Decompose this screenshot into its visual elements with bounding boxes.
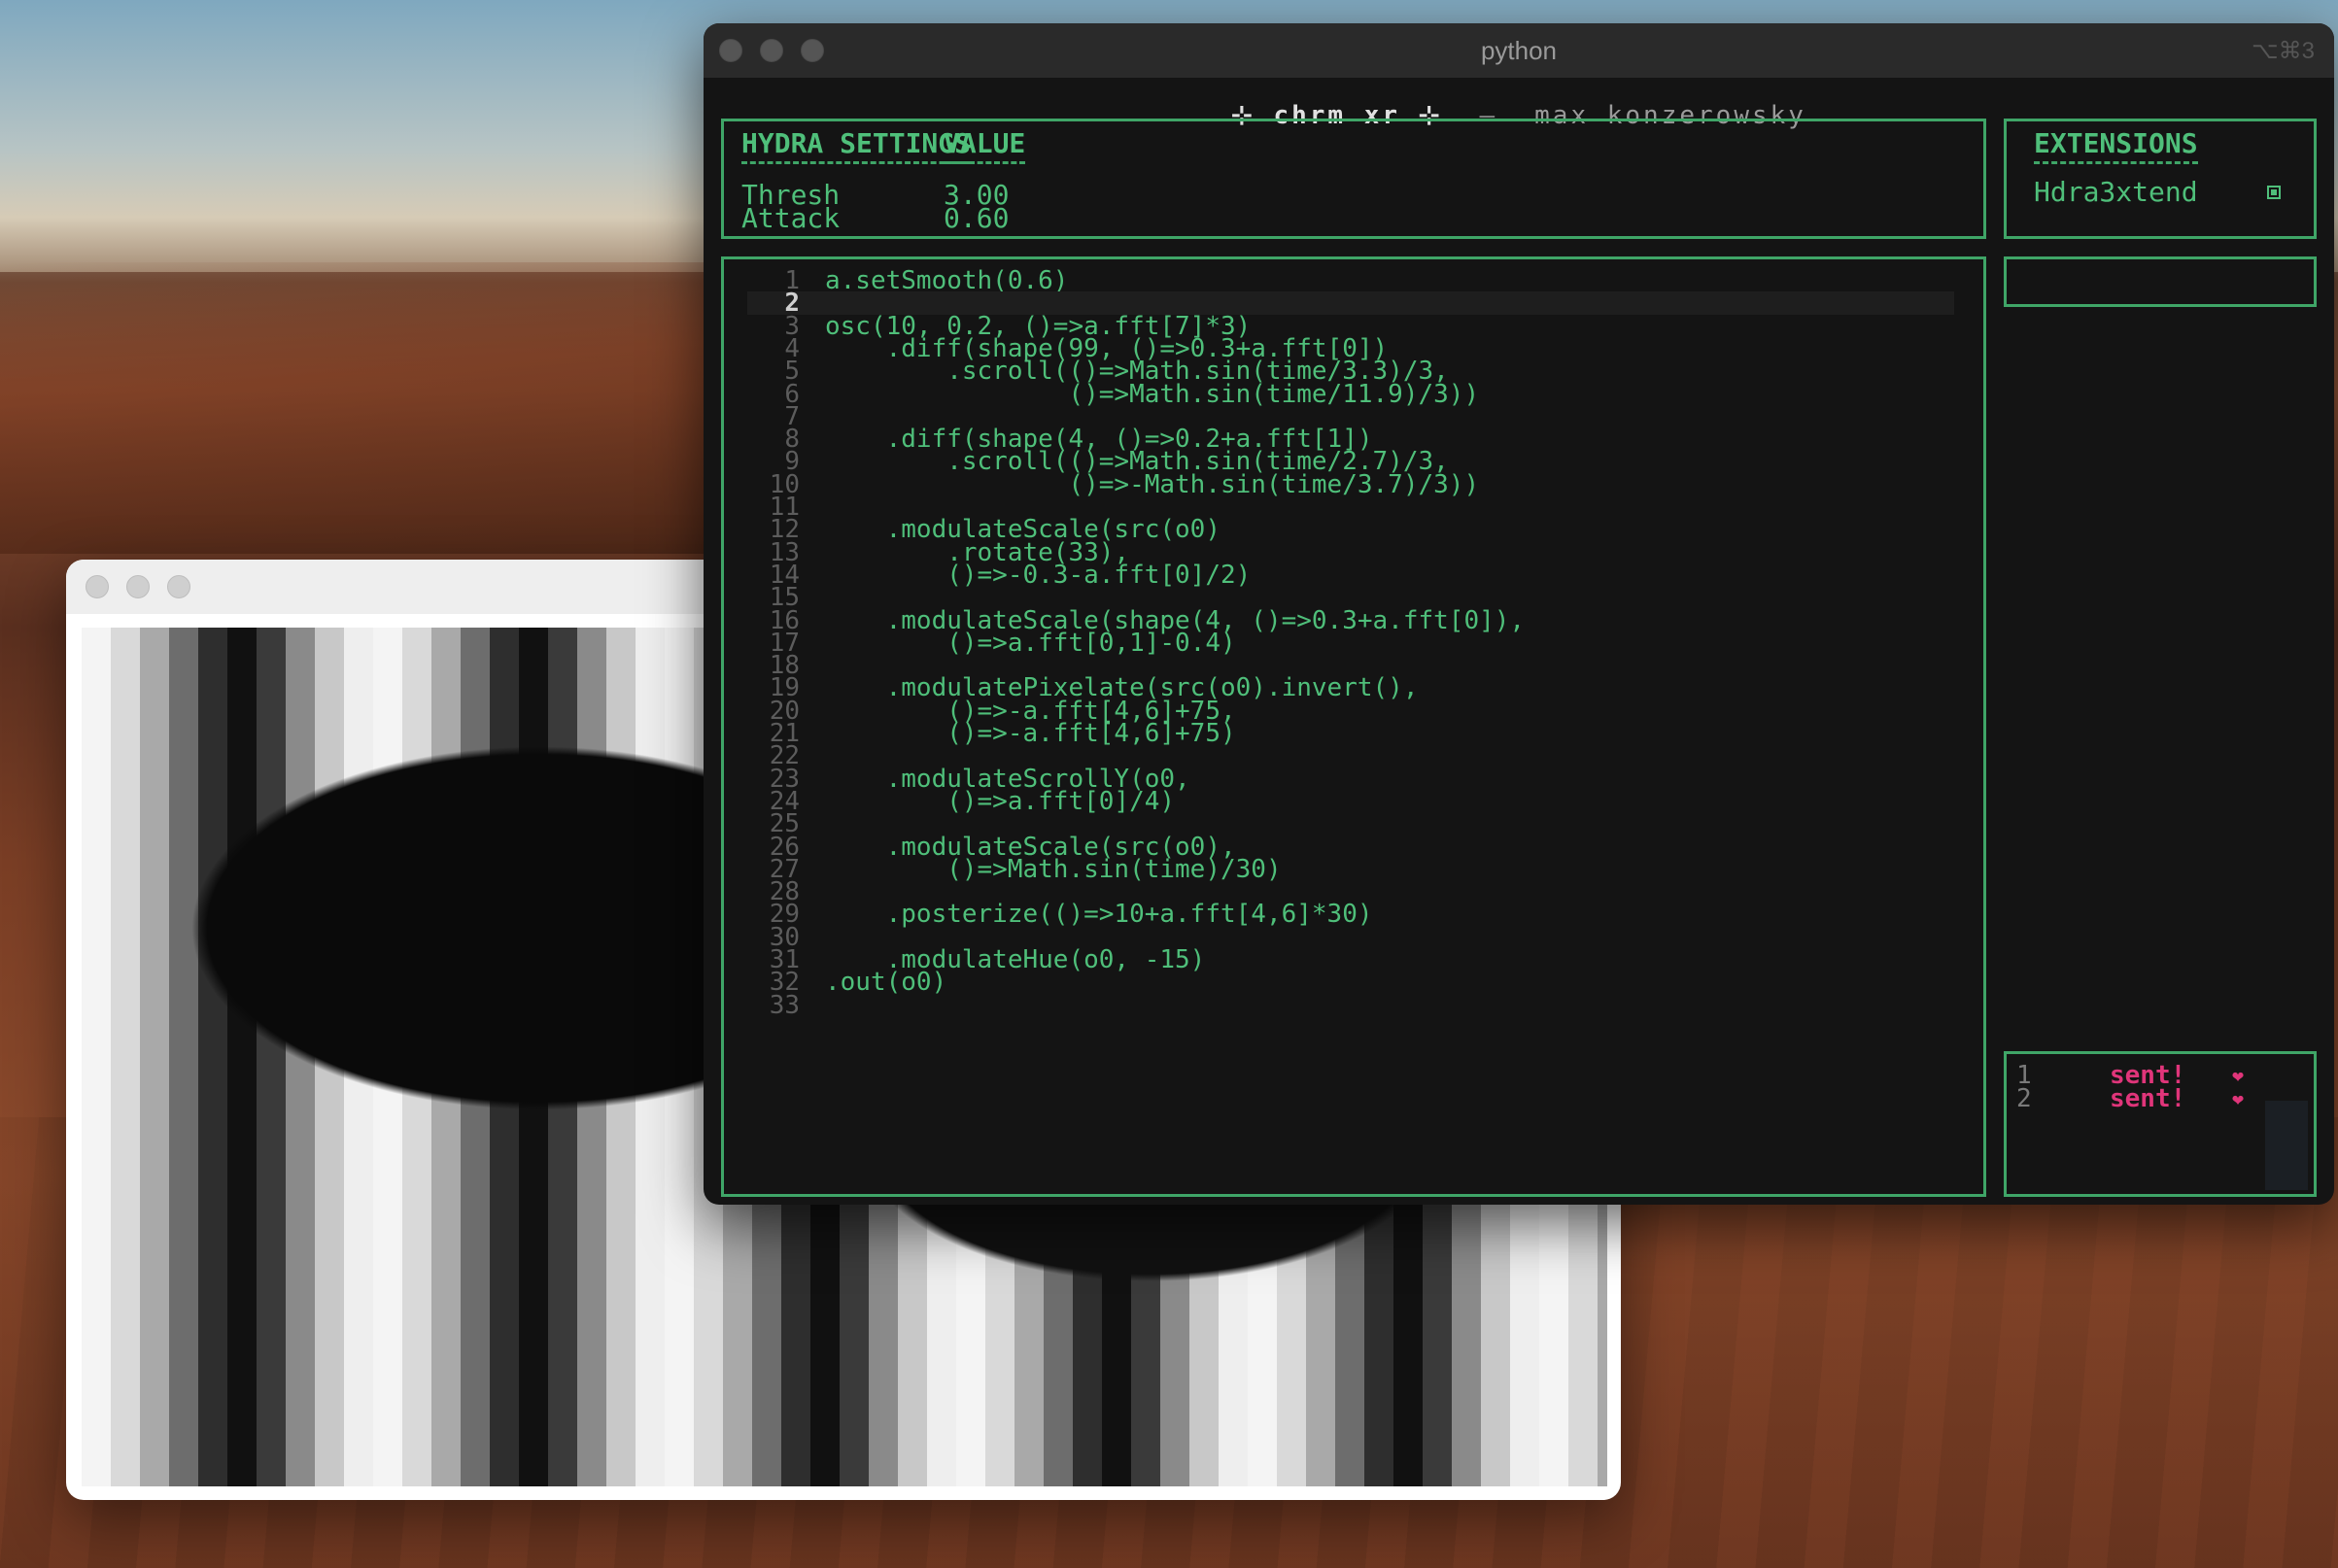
window-shortcut: ⌥⌘3 bbox=[2251, 37, 2315, 64]
log-entry-message: sent! bbox=[2110, 1084, 2186, 1113]
extensions-panel: EXTENSIONS Hdra3xtend bbox=[2004, 119, 2317, 239]
extension-item[interactable]: Hdra3xtend bbox=[2034, 176, 2198, 208]
terminal-window[interactable]: python ⌥⌘3 ⊹ chrm xr ⊹ — max konzerowsky H… bbox=[704, 23, 2334, 1205]
log-panel: 1 sent! ❤ 2 sent! ❤ bbox=[2004, 1051, 2317, 1197]
code-text[interactable]: .out(o0) bbox=[825, 970, 946, 995]
minimize-button[interactable] bbox=[126, 575, 150, 598]
setting-value[interactable]: 0.60 bbox=[944, 205, 1009, 232]
heart-icon: ❤ bbox=[2232, 1087, 2245, 1110]
log-entry: 2 sent! ❤ bbox=[2016, 1084, 2244, 1113]
setting-name: Attack bbox=[741, 202, 841, 234]
code-text[interactable]: ()=>-0.3-a.fft[0]/2) bbox=[825, 562, 1251, 588]
code-text[interactable]: ()=>Math.sin(time)/30) bbox=[825, 857, 1281, 882]
command-input[interactable] bbox=[2004, 256, 2317, 307]
hydra-settings-panel: HYDRA SETTINGS VALUE Thresh 3.00 Attack … bbox=[721, 119, 1986, 239]
code-text[interactable]: .posterize(()=>10+a.fft[4,6]*30) bbox=[825, 902, 1373, 927]
heart-icon: ❤ bbox=[2232, 1064, 2245, 1087]
code-text[interactable]: ()=>Math.sin(time/11.9)/3)) bbox=[825, 382, 1479, 407]
settings-name-header: HYDRA SETTINGS bbox=[741, 127, 972, 164]
zoom-button[interactable] bbox=[167, 575, 190, 598]
code-text[interactable]: a.setSmooth(0.6) bbox=[825, 268, 1068, 293]
code-text[interactable]: ()=>a.fft[0,1]-0.4) bbox=[825, 631, 1235, 656]
line-number: 33 bbox=[769, 990, 800, 1020]
window-title: python bbox=[1480, 35, 1558, 65]
close-button[interactable] bbox=[86, 575, 109, 598]
extensions-header: EXTENSIONS bbox=[2034, 127, 2198, 164]
code-text[interactable]: ()=>-Math.sin(time/3.7)/3)) bbox=[825, 472, 1479, 497]
code-text[interactable]: ()=>-a.fft[4,6]+75) bbox=[825, 721, 1235, 746]
settings-value-header: VALUE bbox=[944, 127, 1026, 164]
terminal-titlebar[interactable]: python ⌥⌘3 bbox=[704, 23, 2334, 78]
log-entry-number: 2 bbox=[2016, 1084, 2032, 1113]
log-scrollbar[interactable] bbox=[2265, 1101, 2308, 1190]
code-editor[interactable]: 1 a.setSmooth(0.6) 2 3 osc(10, 0.2, ()=>a.ff… bbox=[721, 256, 1986, 1197]
code-text[interactable]: ()=>a.fft[0]/4) bbox=[825, 789, 1175, 814]
extension-active-indicator-icon[interactable] bbox=[2267, 186, 2281, 199]
desktop-canyon bbox=[0, 262, 739, 554]
